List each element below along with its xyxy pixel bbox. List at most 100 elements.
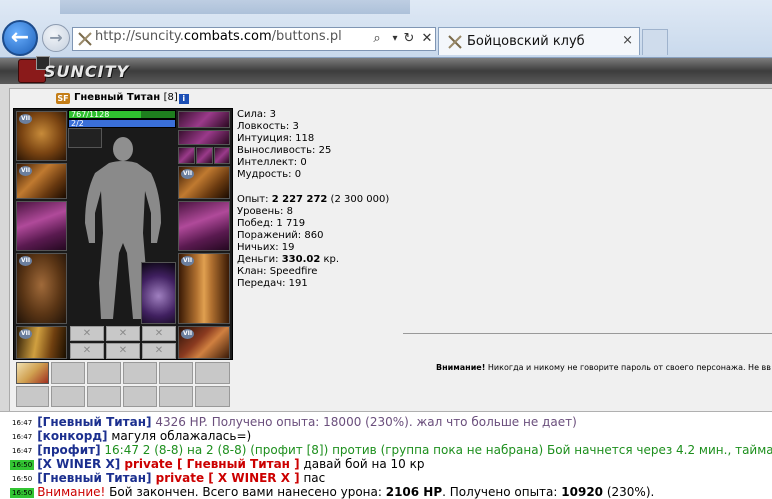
forward-button[interactable]: → [42, 24, 70, 52]
refresh-icon[interactable]: ↻ [401, 30, 417, 48]
chat-text: давай бой на 10 кр [299, 457, 425, 471]
slot-empty[interactable]: ✕ [70, 343, 104, 359]
chat-private-target[interactable]: private [ Гневный Титан ] [120, 457, 299, 471]
close-tab-icon[interactable]: × [622, 33, 633, 48]
slot-belt-item-2[interactable] [51, 362, 85, 384]
slot-belt-item-11[interactable] [159, 386, 193, 407]
stat-base: Ловкость: 3 [237, 121, 299, 133]
slot-empty[interactable]: ✕ [70, 326, 104, 341]
stat-base: Мудрость: 0 [237, 169, 302, 181]
stat-level: Уровень: 8 [237, 205, 293, 217]
search-icon[interactable]: ⌕ [369, 30, 385, 48]
chat-text: . Получено опыта: [442, 485, 562, 499]
chat-timestamp[interactable]: 16:47 [10, 432, 35, 442]
slot-belt-item-12[interactable] [195, 386, 230, 407]
chat-nick[interactable]: [Гневный Титан] [37, 415, 151, 429]
slot-empty[interactable]: ✕ [142, 343, 176, 359]
chat-text: (230%). [603, 485, 655, 499]
password-warning: Внимание! Никогда и никому не говорите п… [436, 363, 771, 372]
stop-icon[interactable]: ✕ [419, 30, 435, 48]
slot-belt-item-1[interactable] [16, 362, 49, 384]
chat-nick[interactable]: [профит] [37, 443, 100, 457]
chat-nick[interactable]: [Гневный Титан] [37, 471, 151, 485]
chat-text: магуля облажалась=) [107, 429, 252, 443]
crossed-swords-icon [448, 35, 462, 49]
slot-belt-item-4[interactable] [123, 362, 157, 384]
chat-private-target[interactable]: private [ X WINER X ] [152, 471, 300, 485]
forward-arrow-icon: → [49, 28, 63, 47]
character-name: Гневный Титан [74, 92, 161, 103]
chat-text: пас [299, 471, 326, 485]
stat-transfers: Передач: 191 [237, 278, 308, 290]
stat-wins: Побед: 1 719 [237, 217, 306, 229]
slot-ring-1[interactable] [178, 147, 195, 164]
slot-amulet[interactable] [178, 111, 230, 128]
slot-weapon-left[interactable] [16, 201, 67, 251]
url-field[interactable]: http://suncity.combats.com/buttons.pl?ba… [95, 29, 341, 49]
game-header: SUNCITY [0, 56, 772, 84]
hp-text: 767/1128 [71, 110, 110, 119]
chat-text: 10920 [561, 485, 604, 499]
back-button[interactable]: ← [2, 20, 38, 56]
character-header: SF Гневный Титан [8] i [56, 92, 189, 106]
back-arrow-icon: ← [10, 25, 30, 50]
chat-nick[interactable]: [конкорд] [37, 429, 107, 443]
slot-helmet[interactable]: VII [16, 111, 67, 161]
site-logo: SUNCITY [44, 62, 130, 81]
stat-base: Интуиция: 118 [237, 133, 315, 145]
character-stats: Сила: 3 Ловкость: 3 Интуиция: 118 Выносливо… [237, 109, 437, 290]
slot-belt-item-8[interactable] [51, 386, 85, 407]
slot-belt-item-6[interactable] [195, 362, 230, 384]
stat-base: Выносливость: 25 [237, 145, 332, 157]
stat-clan: Клан: Speedfire [237, 266, 318, 278]
chat-timestamp[interactable]: 16:50 [10, 460, 35, 470]
new-tab-button[interactable] [642, 29, 668, 55]
background-windows [60, 0, 410, 14]
stat-money: Деньги: 330.02 кр. [237, 254, 340, 266]
mana-bar: 2/2 [68, 119, 176, 128]
stat-base: Сила: 3 [237, 109, 276, 120]
chat-timestamp[interactable]: 16:47 [10, 418, 35, 428]
slot-empty[interactable]: ✕ [106, 343, 140, 359]
tab-combats[interactable]: Бойцовский клуб × [438, 27, 640, 55]
slot-belt-item-9[interactable] [87, 386, 121, 407]
address-bar[interactable]: http://suncity.combats.com/buttons.pl?ba… [72, 27, 436, 51]
slot-pet[interactable] [141, 262, 176, 324]
chat-text: 2106 HP [385, 485, 443, 499]
base-stats: Сила: 3 Ловкость: 3 Интуиция: 118 Выносливо… [237, 109, 437, 182]
chat-timestamp[interactable]: 16:50 [10, 474, 35, 484]
info-icon[interactable]: i [178, 94, 189, 104]
chat-text: 4326 HP. Получено опыта: 18000 (230%). ж… [151, 415, 577, 429]
alignment-badge[interactable]: SF [56, 93, 70, 104]
slot-ring-2[interactable] [196, 147, 213, 164]
slot-weapon-right[interactable] [178, 201, 230, 251]
slot-belt-item-7[interactable] [16, 386, 49, 407]
character-level: [8] [163, 92, 178, 103]
slot-belt-item-3[interactable] [87, 362, 121, 384]
divider [403, 333, 772, 334]
slot-boots[interactable]: VII [178, 326, 230, 359]
slot-armor[interactable]: VII [16, 253, 67, 324]
chat-timestamp[interactable]: 16:50 [10, 488, 35, 498]
slot-leggings[interactable]: VII [178, 253, 230, 324]
screen: ← → http://suncity.combats.com/buttons.p… [0, 0, 772, 499]
slot-belt[interactable]: VII [16, 326, 67, 359]
stat-draws: Ничьих: 19 [237, 242, 295, 254]
stat-experience: Опыт: 2 227 272 (2 300 000) [237, 193, 390, 205]
mana-text: 2/2 [71, 119, 84, 128]
slot-bracers[interactable]: VII [16, 163, 67, 199]
chat-timestamp[interactable]: 16:47 [10, 446, 35, 456]
slot-earrings[interactable] [178, 130, 230, 145]
slot-gloves[interactable]: VII [178, 166, 230, 199]
chat-message: 16:50 Внимание! Бой закончен. Всего вами … [10, 484, 654, 499]
chat-nick[interactable]: [X WINER X] [37, 457, 120, 471]
chat-log[interactable]: 16:47 [Гневный Титан] 4326 HP. Получено о… [0, 411, 772, 499]
hp-bar: 767/1128 [68, 110, 176, 119]
slot-empty[interactable]: ✕ [106, 326, 140, 341]
slot-empty[interactable]: ✕ [142, 326, 176, 341]
slot-ring-3[interactable] [214, 147, 230, 164]
slot-belt-item-5[interactable] [159, 362, 193, 384]
slot-belt-item-10[interactable] [123, 386, 157, 407]
chat-text: 16:47 2 (8-8) на 2 (8-8) (профит [8]) пр… [100, 443, 772, 457]
mana-fill [69, 120, 175, 127]
